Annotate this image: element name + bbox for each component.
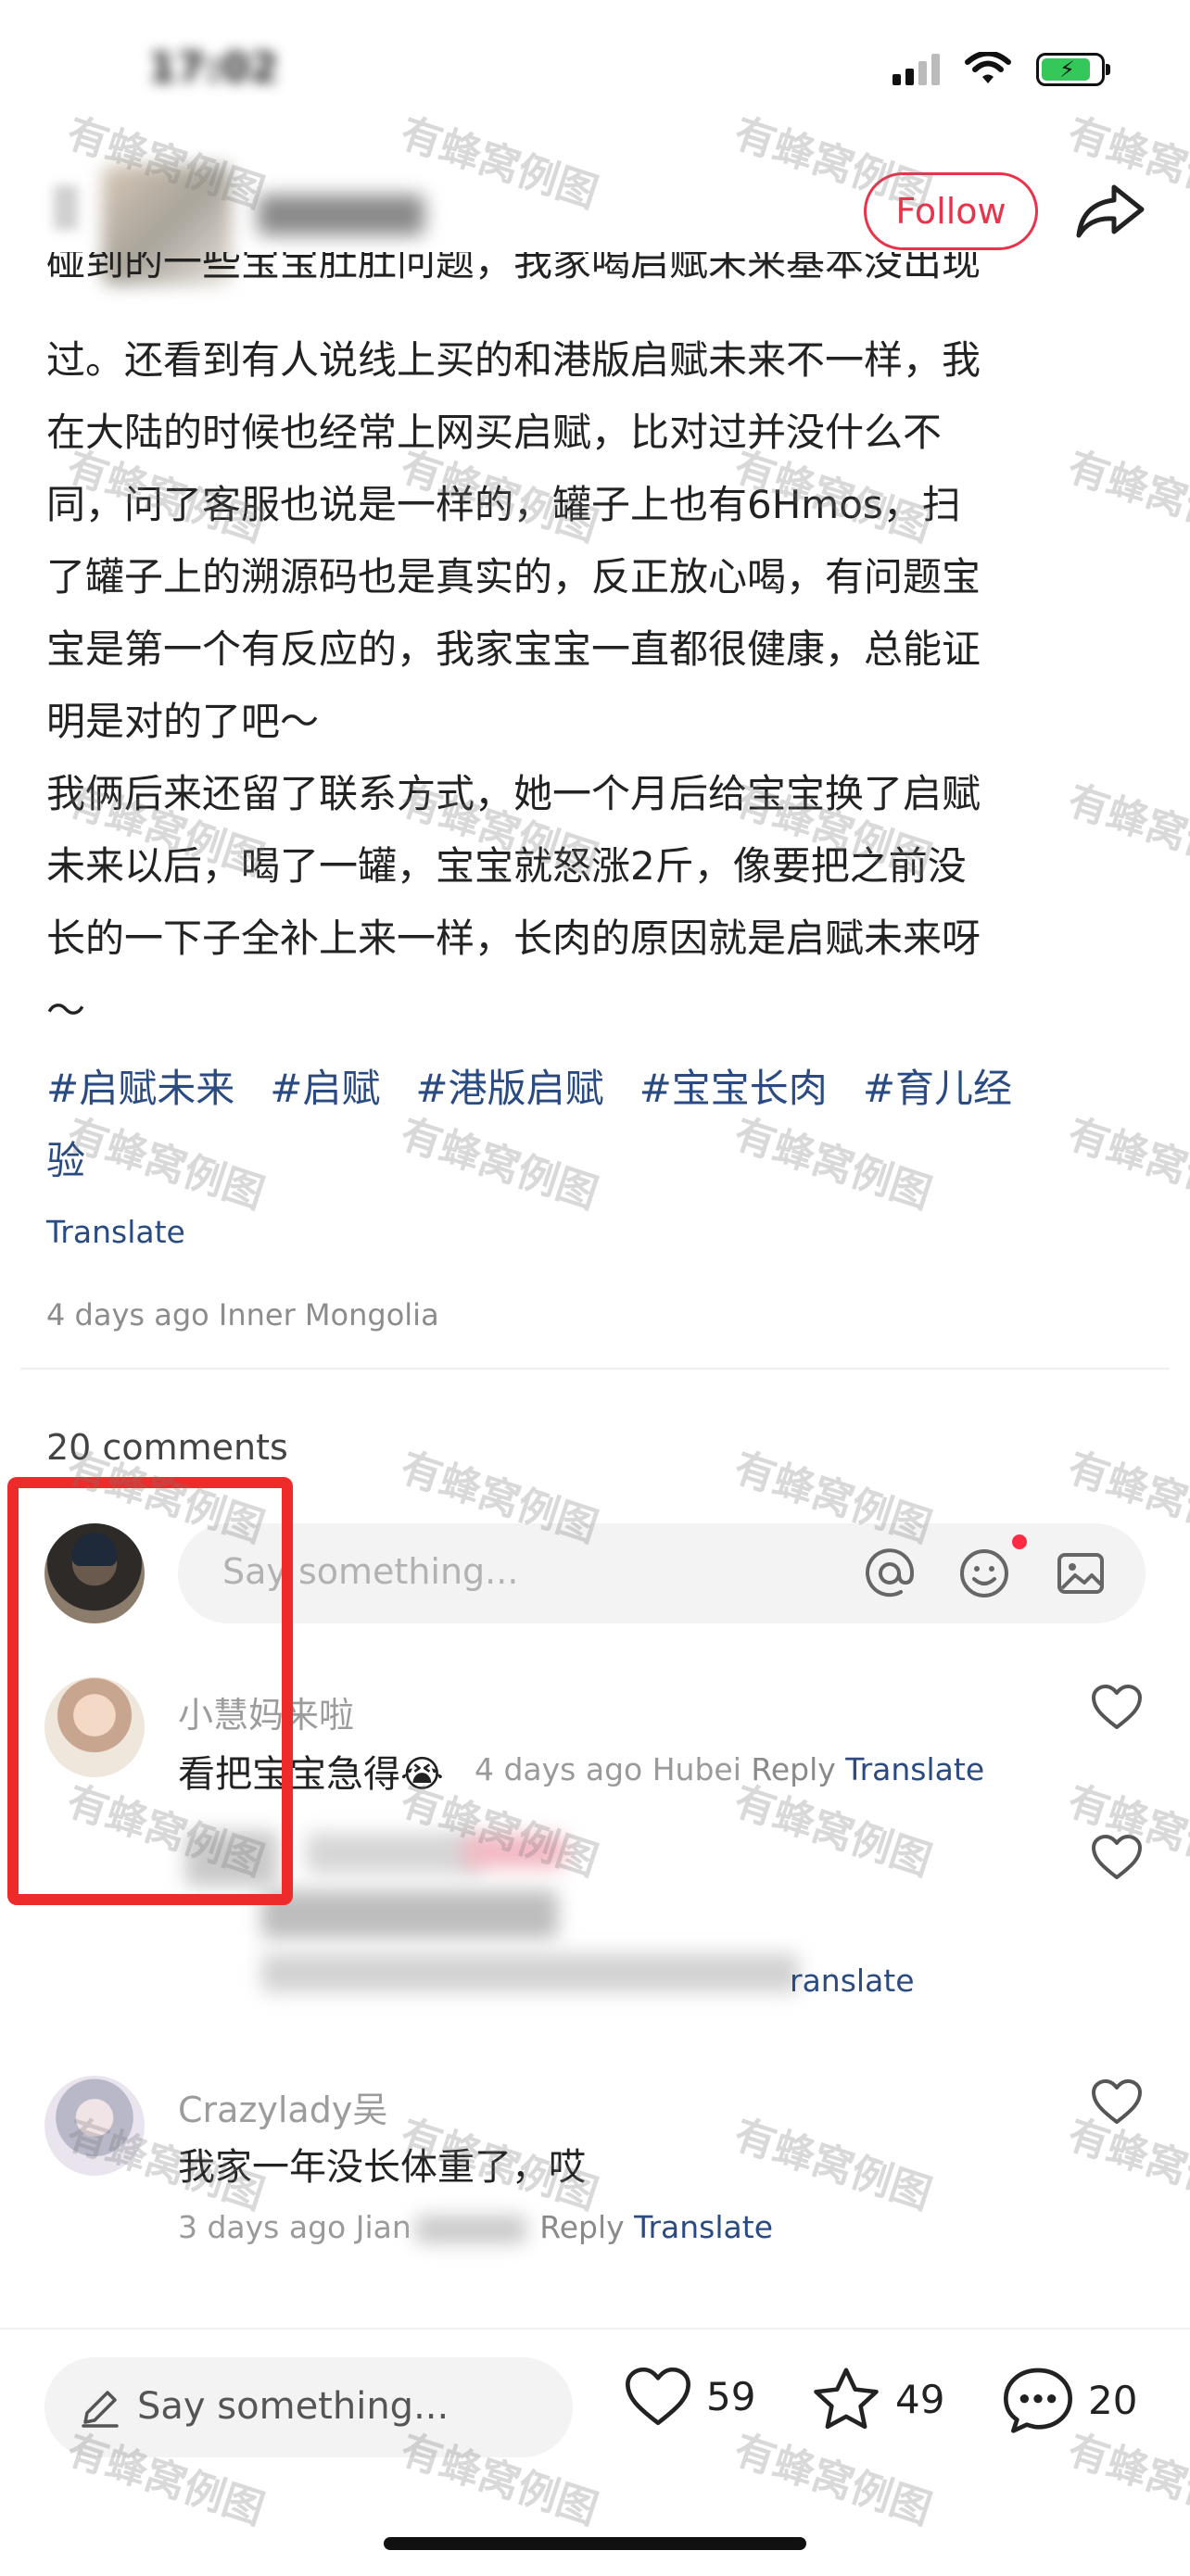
tag-link[interactable]: #港版启赋	[415, 1066, 603, 1111]
comment-meta: 4 days ago Hubei Reply Translate	[475, 1751, 984, 1787]
image-icon[interactable]	[1055, 1547, 1107, 1599]
comment-text: 我家一年没长体重了，哎	[178, 2146, 586, 2189]
blurred-meta	[261, 1953, 799, 1992]
comment-meta: 3 days ago Jian Reply Translate	[178, 2209, 773, 2245]
post-line: 长的一下子全补上来一样，长肉的原因就是启赋未来呀	[46, 915, 981, 961]
blurred-name	[306, 1833, 482, 1874]
follow-button[interactable]: Follow	[864, 172, 1038, 250]
battery-icon: ⚡	[1036, 53, 1110, 86]
post-meta: 4 days ago Inner Mongolia	[46, 1297, 439, 1332]
author-name[interactable]	[258, 195, 424, 235]
back-button[interactable]	[54, 185, 78, 230]
post-line: 碰到的一些宝宝肚肚问题，我家喝启赋未来基本没出现	[46, 252, 981, 284]
tag-link[interactable]: #育儿经	[863, 1066, 1012, 1111]
status-bar: 17:02 ⚡	[0, 0, 1190, 130]
collect-button[interactable]: 49	[810, 2365, 944, 2433]
post-line: 我俩后来还留了联系方式，她一个月后给宝宝换了启赋	[46, 771, 981, 816]
tag-link-continued[interactable]: 验	[46, 1138, 85, 1183]
post-line: 在大陆的时候也经常上网买启赋，比对过并没什么不	[46, 410, 943, 455]
pencil-icon	[82, 2391, 119, 2428]
watermark: 有蜂窝例图	[728, 2111, 938, 2219]
reply-link[interactable]: Reply	[751, 1751, 835, 1787]
heart-icon	[626, 2367, 690, 2426]
crying-emoji-icon: 😭	[400, 1753, 444, 1796]
tag-link[interactable]: #启赋	[270, 1066, 380, 1111]
like-comment-heart-icon[interactable]	[1090, 2077, 1144, 2126]
share-icon[interactable]	[1073, 182, 1147, 241]
post-line: 明是对的了吧～	[46, 699, 320, 744]
post-line: 宝是第一个有反应的，我家宝宝一直都很健康，总能证	[46, 626, 981, 672]
like-comment-heart-icon[interactable]	[1090, 1833, 1144, 1881]
comment-input[interactable]: Say something...	[178, 1523, 1146, 1623]
comments-button[interactable]: 20	[1001, 2365, 1137, 2435]
blurred-text	[261, 1890, 558, 1938]
blurred-location	[414, 2215, 526, 2243]
post-line: 了罐子上的溯源码也是真实的，反正放心喝，有问题宝	[46, 554, 981, 600]
comment-author[interactable]: Crazylady吴	[178, 2081, 387, 2132]
comment-bubble-icon	[1004, 2368, 1072, 2433]
collect-count: 49	[895, 2376, 945, 2422]
bottom-comment-placeholder: Say something...	[137, 2385, 449, 2428]
blurred-badge	[463, 1835, 565, 1868]
like-comment-heart-icon[interactable]	[1090, 1683, 1144, 1731]
reply-link[interactable]: Reply	[539, 2209, 624, 2245]
comment-time-location: 3 days ago Jian	[178, 2209, 411, 2245]
comment-count: 20	[1088, 2377, 1138, 2423]
comment-meta: ranslate	[790, 1963, 915, 1999]
comment-time-location: 4 days ago Hubei	[475, 1751, 741, 1787]
highlight-box	[7, 1477, 293, 1905]
comments-count: 20 comments	[46, 1427, 288, 1468]
post-line: 过。还看到有人说线上买的和港版启赋未来不一样，我	[46, 337, 981, 383]
mention-icon[interactable]	[864, 1547, 916, 1599]
emoji-icon[interactable]	[958, 1547, 1010, 1599]
translate-link[interactable]: ranslate	[790, 1963, 915, 1999]
like-button[interactable]: 59	[623, 2365, 755, 2428]
wifi-icon	[965, 52, 1011, 83]
post-tags: #启赋未来 #启赋 #港版启赋 #宝宝长肉 #育儿经 验	[46, 1053, 1149, 1197]
comment-avatar[interactable]	[44, 2076, 145, 2176]
status-time: 17:02	[148, 44, 279, 92]
post-body: 碰到的一些宝宝肚肚问题，我家喝启赋未来基本没出现 过。还看到有人说线上买的和港版…	[46, 252, 1149, 1047]
bottom-comment-input[interactable]: Say something...	[44, 2357, 573, 2457]
post-line: ～	[46, 988, 86, 1033]
signal-icon	[892, 54, 940, 85]
translate-post-link[interactable]: Translate	[46, 1214, 185, 1250]
tag-link[interactable]: #启赋未来	[46, 1066, 234, 1111]
notification-dot	[1012, 1534, 1027, 1549]
translate-link[interactable]: Translate	[634, 2209, 773, 2245]
translate-link[interactable]: Translate	[845, 1751, 984, 1787]
like-count: 59	[706, 2373, 756, 2419]
tag-link[interactable]: #宝宝长肉	[639, 1066, 828, 1111]
home-indicator[interactable]	[384, 2537, 806, 2550]
divider	[20, 1368, 1170, 1370]
star-icon	[814, 2368, 879, 2430]
post-line: 同，问了客服也说是一样的，罐子上也有6Hmos，扫	[46, 482, 961, 527]
post-line: 未来以后，喝了一罐，宝宝就怒涨2斤，像要把之前没	[46, 843, 967, 889]
status-icons: ⚡	[892, 52, 1110, 87]
